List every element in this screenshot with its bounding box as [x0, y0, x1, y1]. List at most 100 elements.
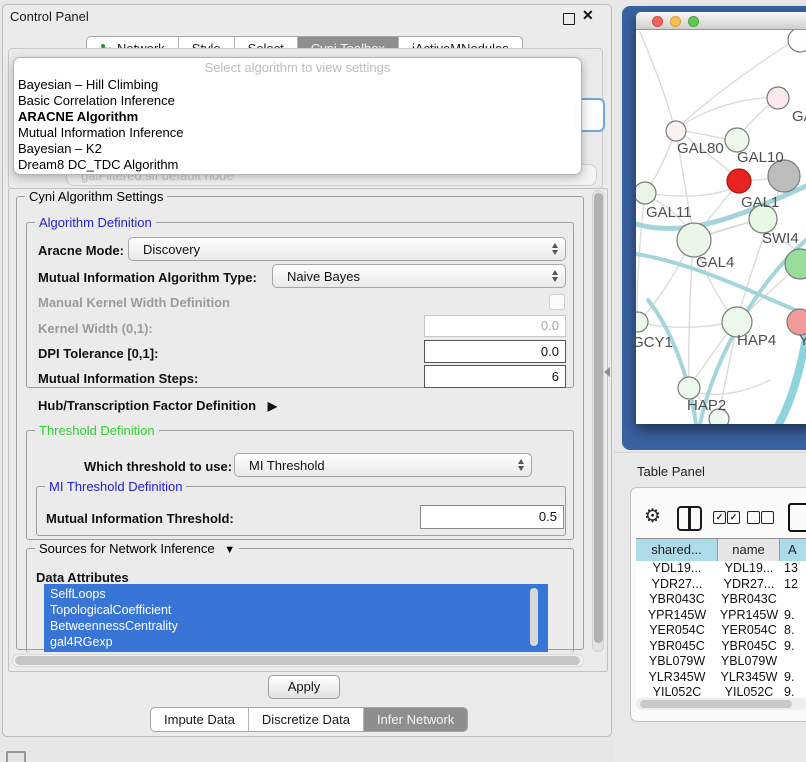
- table-row[interactable]: YER054CYER054C8.: [636, 623, 806, 639]
- attribute-item[interactable]: BetweennessCentrality: [44, 618, 548, 634]
- network-edge[interactable]: [689, 380, 770, 394]
- table-row[interactable]: YDL19...YDL19...13: [636, 561, 806, 577]
- float-window-icon[interactable]: [563, 13, 575, 25]
- data-attributes-label: Data Attributes: [36, 570, 129, 585]
- select-all-checkbox-icon[interactable]: ✓: [713, 511, 726, 524]
- dropdown-item[interactable]: Bayesian – K2: [18, 141, 102, 157]
- network-edge[interactable]: [719, 324, 737, 415]
- table-row[interactable]: YDR27...YDR27...12: [636, 577, 806, 593]
- column-header-name[interactable]: name: [718, 539, 780, 561]
- stepper-arrows-icon: [552, 243, 558, 255]
- control-panel-title: Control Panel: [10, 9, 89, 24]
- split-columns-icon[interactable]: [677, 506, 702, 531]
- table-panel-title: Table Panel: [637, 464, 705, 479]
- attribute-item[interactable]: gal4RGexp: [44, 634, 548, 650]
- column-header-clipped[interactable]: A: [780, 539, 806, 561]
- tab-impute-data[interactable]: Impute Data: [151, 708, 248, 731]
- deselect-all-checkbox-icon[interactable]: [761, 511, 774, 524]
- dpi-tolerance-field[interactable]: 0.0: [424, 340, 566, 363]
- hub-section-toggle[interactable]: Hub/Transcription Factor Definition ▶: [38, 398, 277, 413]
- close-traffic-light[interactable]: [652, 16, 663, 27]
- network-node[interactable]: [678, 377, 700, 399]
- dropdown-item[interactable]: Basic Correlation Inference: [18, 93, 175, 109]
- settings-vscrollbar-thumb[interactable]: [594, 193, 603, 643]
- network-edge[interactable]: [646, 186, 736, 196]
- table-header: shared... name A: [636, 538, 806, 562]
- algorithm-definition-title: Algorithm Definition: [35, 215, 156, 230]
- dpi-tolerance-label: DPI Tolerance [0,1]:: [38, 346, 158, 361]
- attributes-list-scrollbar-thumb[interactable]: [530, 588, 538, 646]
- network-window-titlebar[interactable]: [636, 12, 806, 30]
- chevron-down-icon: ▼: [224, 544, 235, 556]
- network-node[interactable]: [677, 223, 711, 257]
- panel-collapse-arrow[interactable]: [604, 367, 610, 377]
- network-node[interactable]: [722, 307, 752, 337]
- mi-threshold-label: Mutual Information Threshold:: [46, 511, 234, 526]
- network-node[interactable]: [767, 87, 789, 109]
- network-edge[interactable]: [677, 137, 694, 236]
- mi-type-label: Mutual Information Algorithm Type:: [38, 270, 257, 285]
- network-edge[interactable]: [678, 97, 773, 129]
- table-hscrollbar-thumb[interactable]: [640, 700, 792, 708]
- network-node[interactable]: [768, 160, 800, 192]
- network-edge[interactable]: [640, 32, 674, 127]
- table-row[interactable]: YPR145WYPR145W9.: [636, 608, 806, 624]
- mi-threshold-definition-title: MI Threshold Definition: [45, 479, 186, 494]
- deselect-all-checkbox-icon[interactable]: [747, 511, 760, 524]
- attribute-item[interactable]: TopologicalCoefficient: [44, 602, 548, 618]
- network-edge[interactable]: [779, 338, 806, 424]
- table-body: YDL19...YDL19...13 YDR27...YDR27...12 YB…: [636, 561, 806, 697]
- network-node[interactable]: [749, 205, 777, 233]
- network-edge[interactable]: [678, 38, 798, 128]
- minimize-traffic-light[interactable]: [670, 16, 681, 27]
- close-icon[interactable]: ✕: [582, 7, 594, 24]
- network-node[interactable]: [666, 121, 686, 141]
- apply-button[interactable]: Apply: [268, 675, 340, 699]
- dropdown-item[interactable]: Dream8 DC_TDC Algorithm: [18, 157, 178, 173]
- dropdown-item[interactable]: Bayesian – Hill Climbing: [18, 77, 158, 93]
- network-node[interactable]: [727, 169, 751, 193]
- network-node[interactable]: [788, 30, 806, 52]
- data-attributes-list: SelfLoops TopologicalCoefficient Between…: [44, 584, 548, 652]
- mi-threshold-field[interactable]: 0.5: [420, 505, 564, 529]
- sources-title[interactable]: Sources for Network Inference ▼: [35, 541, 239, 556]
- network-node[interactable]: [636, 182, 656, 204]
- network-node[interactable]: [636, 312, 648, 332]
- chevron-right-icon: ▶: [268, 399, 277, 413]
- which-threshold-combo[interactable]: MI Threshold: [234, 453, 532, 477]
- tab-discretize-data[interactable]: Discretize Data: [248, 708, 363, 731]
- mi-type-combo[interactable]: Naive Bayes: [272, 264, 566, 288]
- gear-icon[interactable]: ⚙: [644, 505, 661, 528]
- table-row[interactable]: YLR345WYLR345W9.: [636, 670, 806, 686]
- stepper-arrows-icon: [552, 270, 558, 282]
- attribute-item[interactable]: SelfLoops: [44, 586, 548, 602]
- which-threshold-label: Which threshold to use:: [84, 459, 232, 474]
- mi-steps-field[interactable]: 6: [424, 365, 566, 388]
- network-edge[interactable]: [689, 242, 693, 384]
- tab-infer-network[interactable]: Infer Network: [363, 708, 467, 731]
- column-header-shared-name[interactable]: shared...: [636, 539, 718, 561]
- network-node[interactable]: [787, 309, 806, 335]
- network-node[interactable]: [725, 128, 749, 152]
- table-row[interactable]: YBR045CYBR045C9.: [636, 639, 806, 655]
- network-edge[interactable]: [641, 322, 731, 327]
- aracne-mode-combo[interactable]: Discovery: [128, 237, 566, 261]
- table-row[interactable]: YIL052CYIL052C9.: [636, 685, 806, 697]
- bottom-tabbar: Impute Data Discretize Data Infer Networ…: [150, 707, 468, 732]
- table-row[interactable]: YBL079WYBL079W: [636, 654, 806, 670]
- kernel-width-field[interactable]: 0.0: [424, 315, 566, 337]
- select-all-checkbox-icon[interactable]: ✓: [727, 511, 740, 524]
- dropdown-item[interactable]: Mutual Information Inference: [18, 125, 183, 141]
- zoom-traffic-light[interactable]: [688, 16, 699, 27]
- dropdown-item-selected[interactable]: ARACNE Algorithm: [18, 109, 138, 125]
- manual-kernel-checkbox[interactable]: [549, 294, 565, 310]
- table-row[interactable]: YBR043CYBR043C: [636, 592, 806, 608]
- document-icon[interactable]: [788, 503, 806, 532]
- manual-kernel-label: Manual Kernel Width Definition: [38, 295, 230, 310]
- network-canvas[interactable]: [636, 30, 806, 424]
- network-node[interactable]: [709, 409, 729, 424]
- settings-hscrollbar-thumb[interactable]: [15, 656, 580, 665]
- mi-steps-label: Mutual Information Steps:: [38, 371, 198, 386]
- dropdown-placeholder: Select algorithm to view settings: [14, 60, 581, 75]
- screen: Control Panel ✕ Network Style Select Cyn…: [0, 0, 806, 762]
